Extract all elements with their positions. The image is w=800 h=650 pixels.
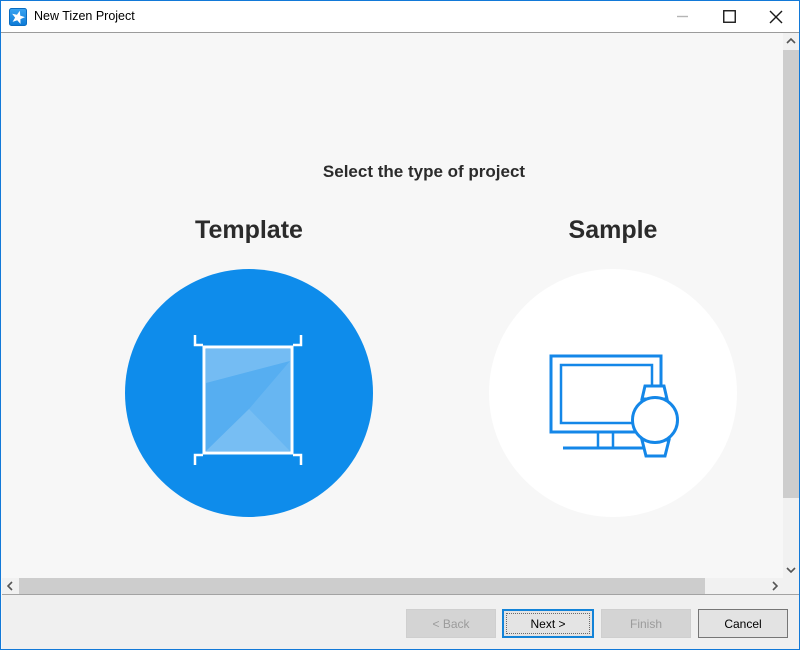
wizard-page: Select the type of project Template Samp… (2, 33, 783, 578)
cancel-button[interactable]: Cancel (698, 609, 788, 638)
close-icon (769, 10, 783, 24)
scroll-down-button[interactable] (783, 562, 799, 578)
vertical-scroll-thumb[interactable] (783, 50, 799, 498)
chevron-down-icon (786, 567, 796, 573)
template-option[interactable] (125, 269, 373, 517)
maximize-button[interactable] (714, 1, 745, 32)
chevron-up-icon (786, 38, 796, 44)
scrollbar-corner (783, 578, 799, 594)
template-option-label: Template (195, 216, 303, 245)
sample-option-label: Sample (569, 216, 658, 245)
scroll-up-button[interactable] (783, 33, 799, 49)
tizen-logo-icon (9, 8, 27, 26)
maximize-icon (723, 10, 736, 23)
window-title: New Tizen Project (34, 1, 135, 32)
close-button[interactable] (760, 1, 791, 32)
page-title: Select the type of project (323, 162, 525, 182)
horizontal-scroll-thumb[interactable] (19, 578, 705, 594)
sample-option[interactable] (489, 269, 737, 517)
horizontal-scrollbar[interactable] (2, 578, 783, 594)
scroll-right-button[interactable] (767, 578, 783, 594)
sample-devices-icon (489, 269, 737, 517)
finish-button[interactable]: Finish (601, 609, 691, 638)
minimize-icon (677, 11, 688, 22)
titlebar[interactable]: New Tizen Project (1, 1, 799, 33)
minimize-button[interactable] (667, 1, 698, 32)
next-button[interactable]: Next > (502, 609, 594, 638)
chevron-right-icon (772, 581, 778, 591)
chevron-left-icon (7, 581, 13, 591)
back-button[interactable]: < Back (406, 609, 496, 638)
scroll-left-button[interactable] (2, 578, 18, 594)
template-frame-icon (125, 269, 373, 517)
vertical-scrollbar[interactable] (783, 33, 799, 578)
new-tizen-project-dialog: New Tizen Project Select the type of pro… (0, 0, 800, 650)
